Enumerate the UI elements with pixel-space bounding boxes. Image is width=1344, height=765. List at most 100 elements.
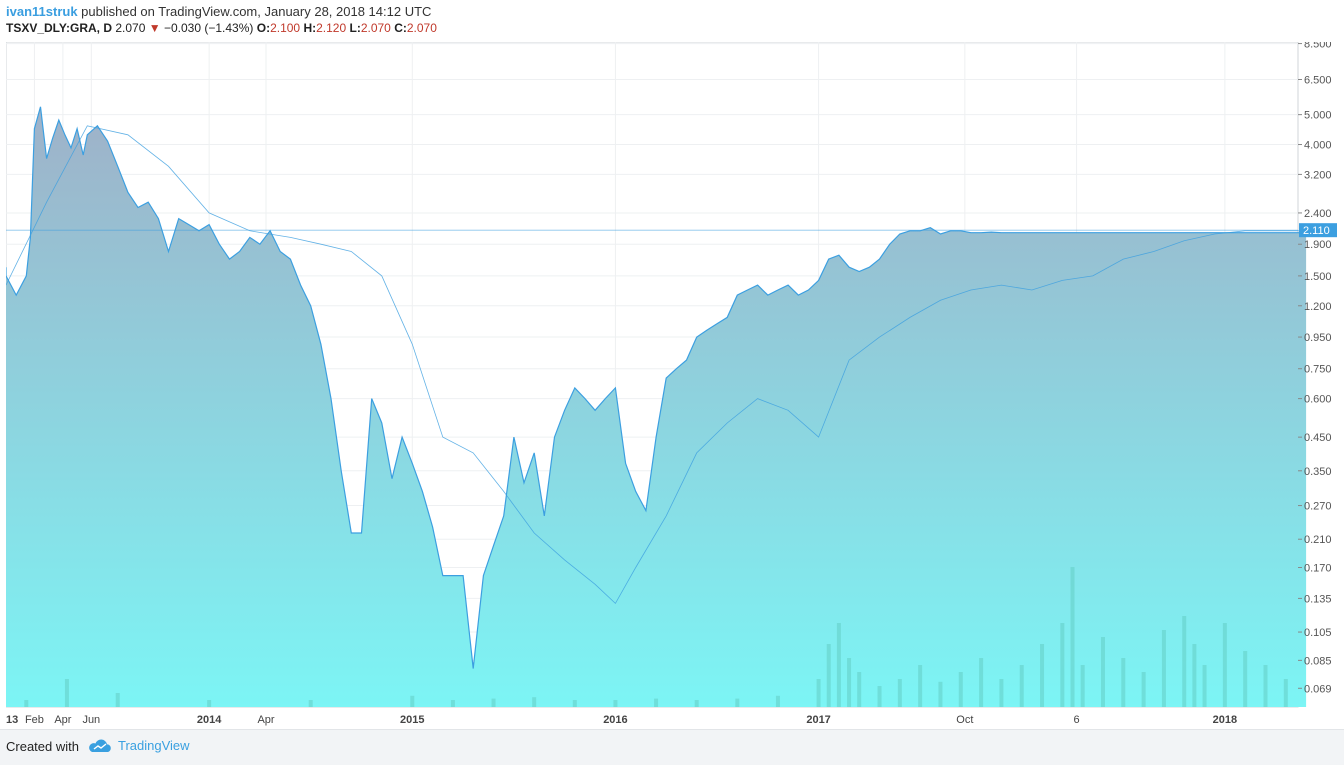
volume-bar	[1182, 616, 1187, 707]
volume-bar	[572, 700, 577, 707]
x-tick-label: Oct	[956, 714, 973, 726]
volume-bar	[938, 681, 943, 707]
volume-bar	[1121, 658, 1126, 707]
open-label: O:	[256, 21, 271, 35]
chart-header: ivan11struk published on TradingView.com…	[6, 3, 437, 37]
y-tick-label: 8.500	[1304, 42, 1332, 51]
x-tick-label: Apr	[54, 714, 71, 726]
volume-bar	[64, 679, 69, 707]
chart-svg[interactable]: 8.500 6.500 5.000 4.000 3.200 2.400 1.900 1.500…	[0, 39, 1338, 729]
x-tick-label: 2018	[1213, 714, 1237, 726]
y-tick-label: 0.210	[1304, 534, 1332, 546]
x-tick-label: 6	[1074, 714, 1080, 726]
x-tick-label: 2013	[6, 714, 18, 726]
volume-bar	[999, 679, 1004, 707]
tradingview-cloud-icon	[89, 739, 111, 752]
volume-bar	[847, 658, 852, 707]
volume-bar	[857, 672, 862, 707]
volume-bar	[1202, 665, 1207, 707]
y-tick-label: 0.105	[1304, 627, 1332, 639]
y-tick-label: 2.400	[1304, 208, 1332, 220]
y-tick-label: 1.200	[1304, 301, 1332, 313]
volume-bar	[1100, 637, 1105, 707]
y-tick-label: 1.900	[1304, 239, 1332, 251]
y-tick-label: 0.350	[1304, 466, 1332, 478]
volume-bar	[308, 700, 313, 707]
volume-bar	[613, 700, 618, 707]
down-arrow-icon: ▼	[148, 21, 161, 35]
y-tick-label: 0.450	[1304, 432, 1332, 444]
x-tick-label: 2016	[603, 714, 627, 726]
low-label: L:	[349, 21, 361, 35]
volume-bar	[1080, 665, 1085, 707]
x-tick-label: 2017	[806, 714, 830, 726]
x-tick-label: 2014	[197, 714, 222, 726]
volume-bar	[918, 665, 923, 707]
high-value: 2.120	[316, 21, 347, 35]
volume-bar	[836, 623, 841, 707]
low-value: 2.070	[360, 21, 391, 35]
y-tick-label: 1.500	[1304, 271, 1332, 283]
footer: Created with TradingView	[0, 729, 1344, 765]
high-label: H:	[303, 21, 317, 35]
y-tick-label: 4.000	[1304, 140, 1332, 152]
volume-bar	[694, 700, 699, 707]
y-tick-label: 6.500	[1304, 74, 1332, 86]
y-tick-label: 0.750	[1304, 364, 1332, 376]
volume-bar	[1263, 665, 1268, 707]
y-tick-label: 0.600	[1304, 394, 1332, 406]
published-text: published on TradingView.com, January 28…	[77, 4, 432, 19]
volume-bar	[1019, 665, 1024, 707]
tradingview-link[interactable]: TradingView	[88, 738, 190, 753]
change-value: −0.030 (−1.43%)	[163, 21, 254, 35]
x-tick-label: Apr	[257, 714, 274, 726]
volume-bar	[877, 686, 882, 707]
volume-bar	[1161, 630, 1166, 707]
volume-bar	[532, 697, 537, 707]
ohlc-line: TSXV_DLY:GRA, D 2.070 ▼ −0.030 (−1.43%) …	[6, 20, 437, 37]
price-chart[interactable]: 8.500 6.500 5.000 4.000 3.200 2.400 1.900 1.500…	[0, 39, 1338, 729]
volume-bar	[897, 679, 902, 707]
y-tick-label: 0.069	[1304, 683, 1332, 695]
publish-line: ivan11struk published on TradingView.com…	[6, 3, 437, 20]
x-tick-label: 2015	[400, 714, 424, 726]
volume-bar	[491, 698, 496, 707]
volume-bar	[115, 693, 120, 707]
volume-bar	[775, 695, 780, 707]
volume-bar	[1222, 623, 1227, 707]
x-tick-label: Feb	[25, 714, 44, 726]
y-tick-label: 3.200	[1304, 169, 1332, 181]
y-tick-label: 0.085	[1304, 655, 1332, 667]
volume-bar	[958, 672, 963, 707]
volume-bar	[816, 679, 821, 707]
volume-bar	[207, 700, 212, 707]
close-value: 2.070	[406, 21, 437, 35]
volume-bar	[1141, 672, 1146, 707]
symbol-label: TSXV_DLY:GRA, D	[6, 21, 113, 35]
y-tick-label: 5.000	[1304, 110, 1332, 122]
volume-bar	[410, 695, 415, 707]
y-tick-label: 0.170	[1304, 563, 1332, 575]
volume-bar	[979, 658, 984, 707]
y-tick-label: 0.135	[1304, 593, 1332, 605]
author-link[interactable]: ivan11struk	[6, 4, 78, 19]
close-label: C:	[394, 21, 407, 35]
y-tick-label: 0.270	[1304, 501, 1332, 513]
volume-bar	[654, 698, 659, 707]
volume-bar	[1040, 644, 1045, 707]
y-tick-label: 0.950	[1304, 332, 1332, 344]
brand-label: TradingView	[118, 738, 190, 753]
last-price-label: 2.110	[1303, 225, 1330, 237]
x-tick-label: Jun	[82, 714, 100, 726]
open-value: 2.100	[270, 21, 301, 35]
volume-bar	[1060, 623, 1065, 707]
volume-bar	[24, 700, 29, 707]
volume-bar	[826, 644, 831, 707]
volume-bar	[1283, 679, 1288, 707]
volume-bar	[1070, 567, 1075, 707]
created-with-text: Created with	[6, 739, 79, 754]
volume-bar	[1192, 644, 1197, 707]
last-price: 2.070	[115, 21, 146, 35]
volume-bar	[450, 700, 455, 707]
volume-bar	[735, 698, 740, 707]
